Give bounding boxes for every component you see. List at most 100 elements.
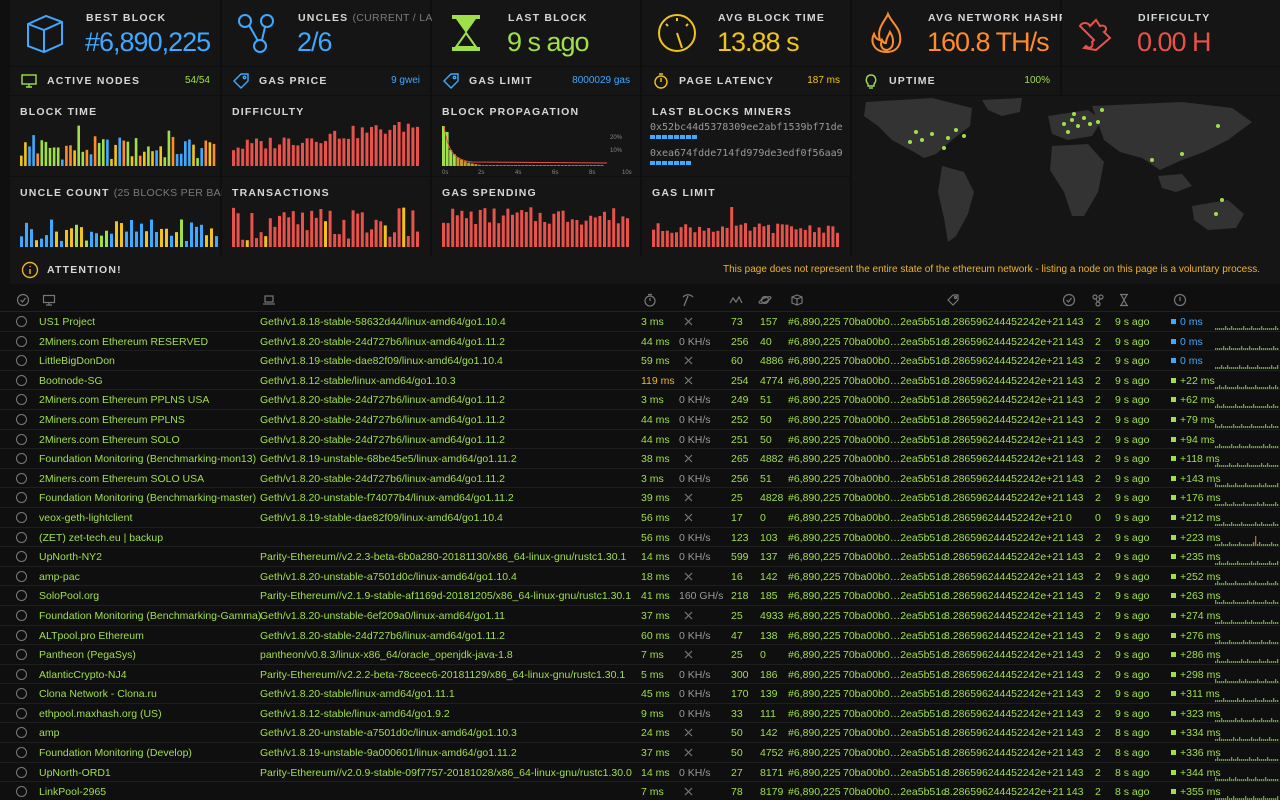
table-row[interactable]: UpNorth-NY2 Parity-Ethereum//v2.2.3-beta-…: [0, 547, 1280, 567]
table-row[interactable]: 2Miners.com Ethereum RESERVED Geth/v1.8.2…: [0, 332, 1280, 352]
table-row[interactable]: Foundation Monitoring (Develop) Geth/v1.8…: [0, 743, 1280, 763]
table-row[interactable]: US1 Project Geth/v1.8.18-stable-58632d44/…: [0, 312, 1280, 332]
sparkline-bar: [1271, 717, 1273, 722]
node-name[interactable]: SoloPool.org: [39, 590, 99, 602]
pin-node-toggle[interactable]: [16, 609, 27, 621]
node-name[interactable]: 2Miners.com Ethereum SOLO USA: [39, 473, 204, 485]
table-row[interactable]: LinkPool-2965 7 ms 78 8179 #6,890,225 70ba00b…: [0, 782, 1280, 800]
node-name[interactable]: (ZET) zet-tech.eu | backup: [39, 532, 163, 544]
miner-address-2[interactable]: 0xea674fdde714fd979de3edf0f56aa9: [650, 148, 843, 159]
propagation-icon[interactable]: [1173, 293, 1187, 307]
node-monitor-icon[interactable]: [42, 293, 56, 307]
pin-node-toggle[interactable]: [16, 316, 27, 327]
node-name[interactable]: Foundation Monitoring (Benchmarking-mast…: [39, 492, 256, 504]
pin-node-toggle[interactable]: [16, 707, 27, 719]
cube-icon: [27, 14, 63, 54]
sparkline-bar: [1219, 639, 1221, 644]
pin-node-toggle[interactable]: [16, 394, 27, 406]
node-name[interactable]: Clona Network - Clona.ru: [39, 688, 157, 700]
pin-node-toggle[interactable]: [16, 747, 27, 759]
tx-check-icon[interactable]: [1062, 293, 1076, 307]
table-row[interactable]: ethpool.maxhash.org (US) Geth/v1.8.12-sta…: [0, 704, 1280, 724]
node-name[interactable]: ethpool.maxhash.org (US): [39, 708, 162, 720]
table-row[interactable]: amp-pac Geth/v1.8.20-unstable-a7501d0c/li…: [0, 567, 1280, 587]
table-row[interactable]: UpNorth-ORD1 Parity-Ethereum//v2.0.9-stab…: [0, 763, 1280, 783]
block-cube-icon[interactable]: [790, 293, 804, 307]
pickaxe-icon[interactable]: [681, 293, 695, 307]
pin-node-toggle[interactable]: [16, 590, 27, 602]
pin-node-toggle[interactable]: [16, 492, 27, 504]
pin-node-toggle[interactable]: [16, 668, 27, 680]
pin-node-toggle[interactable]: [16, 551, 27, 563]
table-row[interactable]: 2Miners.com Ethereum SOLO USA Geth/v1.8.2…: [0, 469, 1280, 489]
pin-node-toggle[interactable]: [16, 335, 27, 347]
pin-node-toggle[interactable]: [16, 374, 27, 386]
hourglass-small-icon[interactable]: [1117, 293, 1131, 307]
table-row[interactable]: 2Miners.com Ethereum SOLO Geth/v1.8.20-st…: [0, 430, 1280, 450]
node-name[interactable]: Foundation Monitoring (Benchmarking-Gamm…: [39, 610, 261, 622]
node-name[interactable]: 2Miners.com Ethereum RESERVED: [39, 336, 208, 348]
table-row[interactable]: 2Miners.com Ethereum PPLNS USA Geth/v1.8.…: [0, 390, 1280, 410]
pin-node-toggle[interactable]: [16, 511, 27, 523]
node-name[interactable]: UpNorth-NY2: [39, 551, 102, 563]
node-name[interactable]: 2Miners.com Ethereum PPLNS USA: [39, 394, 209, 406]
node-latency: 24 ms: [641, 727, 670, 740]
table-row[interactable]: amp Geth/v1.8.20-unstable-a7501d0c/linux-…: [0, 723, 1280, 744]
table-row[interactable]: veox-geth-lightclient Geth/v1.8.19-stable…: [0, 508, 1280, 528]
table-row[interactable]: Foundation Monitoring (Benchmarking-Gamm…: [0, 606, 1280, 626]
planet-icon[interactable]: [758, 293, 772, 307]
sparkline-bar: [1263, 543, 1265, 546]
table-row[interactable]: 2Miners.com Ethereum PPLNS Geth/v1.8.20-s…: [0, 410, 1280, 430]
sparkline-bar: [1263, 680, 1265, 683]
node-name[interactable]: Pantheon (PegaSys): [39, 649, 136, 661]
node-name[interactable]: AtlanticCrypto-NJ4: [39, 669, 127, 681]
pin-node-toggle[interactable]: [16, 688, 27, 700]
node-peers: 256: [731, 472, 749, 485]
table-row[interactable]: LittleBigDonDon Geth/v1.8.19-stable-dae82…: [0, 351, 1280, 371]
miner-address-1[interactable]: 0x52bc44d5378309ee2abf1539bf71de: [650, 122, 843, 133]
table-row[interactable]: (ZET) zet-tech.eu | backup 56 ms 0 KH/s 123…: [0, 528, 1280, 548]
pin-node-toggle[interactable]: [16, 786, 27, 798]
sparkline-bar: [1223, 404, 1225, 409]
pin-node-toggle[interactable]: [16, 355, 27, 367]
pin-node-toggle[interactable]: [16, 413, 27, 425]
chart-bar: [817, 227, 821, 247]
uncle-link-icon[interactable]: [1091, 293, 1105, 307]
pin-node-toggle[interactable]: [16, 727, 27, 739]
node-name[interactable]: LittleBigDonDon: [39, 355, 115, 367]
node-name[interactable]: UpNorth-ORD1: [39, 767, 111, 779]
table-row[interactable]: SoloPool.org Parity-Ethereum//v2.1.9-stab…: [0, 586, 1280, 606]
node-name[interactable]: 2Miners.com Ethereum PPLNS: [39, 414, 185, 426]
node-name[interactable]: amp: [39, 727, 59, 739]
pin-node-toggle[interactable]: [16, 766, 27, 778]
check-circle-icon[interactable]: [16, 293, 30, 307]
pin-node-toggle[interactable]: [16, 570, 27, 582]
table-row[interactable]: Pantheon (PegaSys) pantheon/v0.8.3/linux-…: [0, 645, 1280, 665]
node-name[interactable]: Foundation Monitoring (Develop): [39, 747, 192, 759]
node-name[interactable]: US1 Project: [39, 316, 95, 328]
table-row[interactable]: Foundation Monitoring (Benchmarking-mast…: [0, 488, 1280, 508]
table-row[interactable]: ALTpool.pro Ethereum Geth/v1.8.20-stable-…: [0, 626, 1280, 646]
node-name[interactable]: Foundation Monitoring (Benchmarking-mon1…: [39, 453, 256, 465]
node-name[interactable]: veox-geth-lightclient: [39, 512, 132, 524]
pin-node-toggle[interactable]: [16, 453, 27, 465]
pin-node-toggle[interactable]: [16, 649, 27, 661]
fingerprint-icon[interactable]: [946, 293, 960, 307]
table-row[interactable]: Clona Network - Clona.ru Geth/v1.8.20-sta…: [0, 684, 1280, 704]
pin-node-toggle[interactable]: [16, 472, 27, 484]
peers-icon[interactable]: [729, 293, 743, 307]
stat-avg-block-time: Avg Block Time 13.88 s: [642, 0, 850, 66]
latency-icon[interactable]: [643, 293, 657, 307]
node-name[interactable]: ALTpool.pro Ethereum: [39, 630, 144, 642]
node-name[interactable]: Bootnode-SG: [39, 375, 103, 387]
pin-node-toggle[interactable]: [16, 531, 27, 543]
node-name[interactable]: amp-pac: [39, 571, 80, 583]
table-row[interactable]: Bootnode-SG Geth/v1.8.12-stable/linux-amd…: [0, 371, 1280, 391]
node-name[interactable]: LinkPool-2965: [39, 786, 106, 798]
node-name[interactable]: 2Miners.com Ethereum SOLO: [39, 434, 180, 446]
table-row[interactable]: AtlanticCrypto-NJ4 Parity-Ethereum//v2.2.…: [0, 665, 1280, 685]
pin-node-toggle[interactable]: [16, 629, 27, 641]
table-row[interactable]: Foundation Monitoring (Benchmarking-mon1…: [0, 449, 1280, 469]
pin-node-toggle[interactable]: [16, 433, 27, 445]
laptop-icon[interactable]: [262, 293, 276, 307]
